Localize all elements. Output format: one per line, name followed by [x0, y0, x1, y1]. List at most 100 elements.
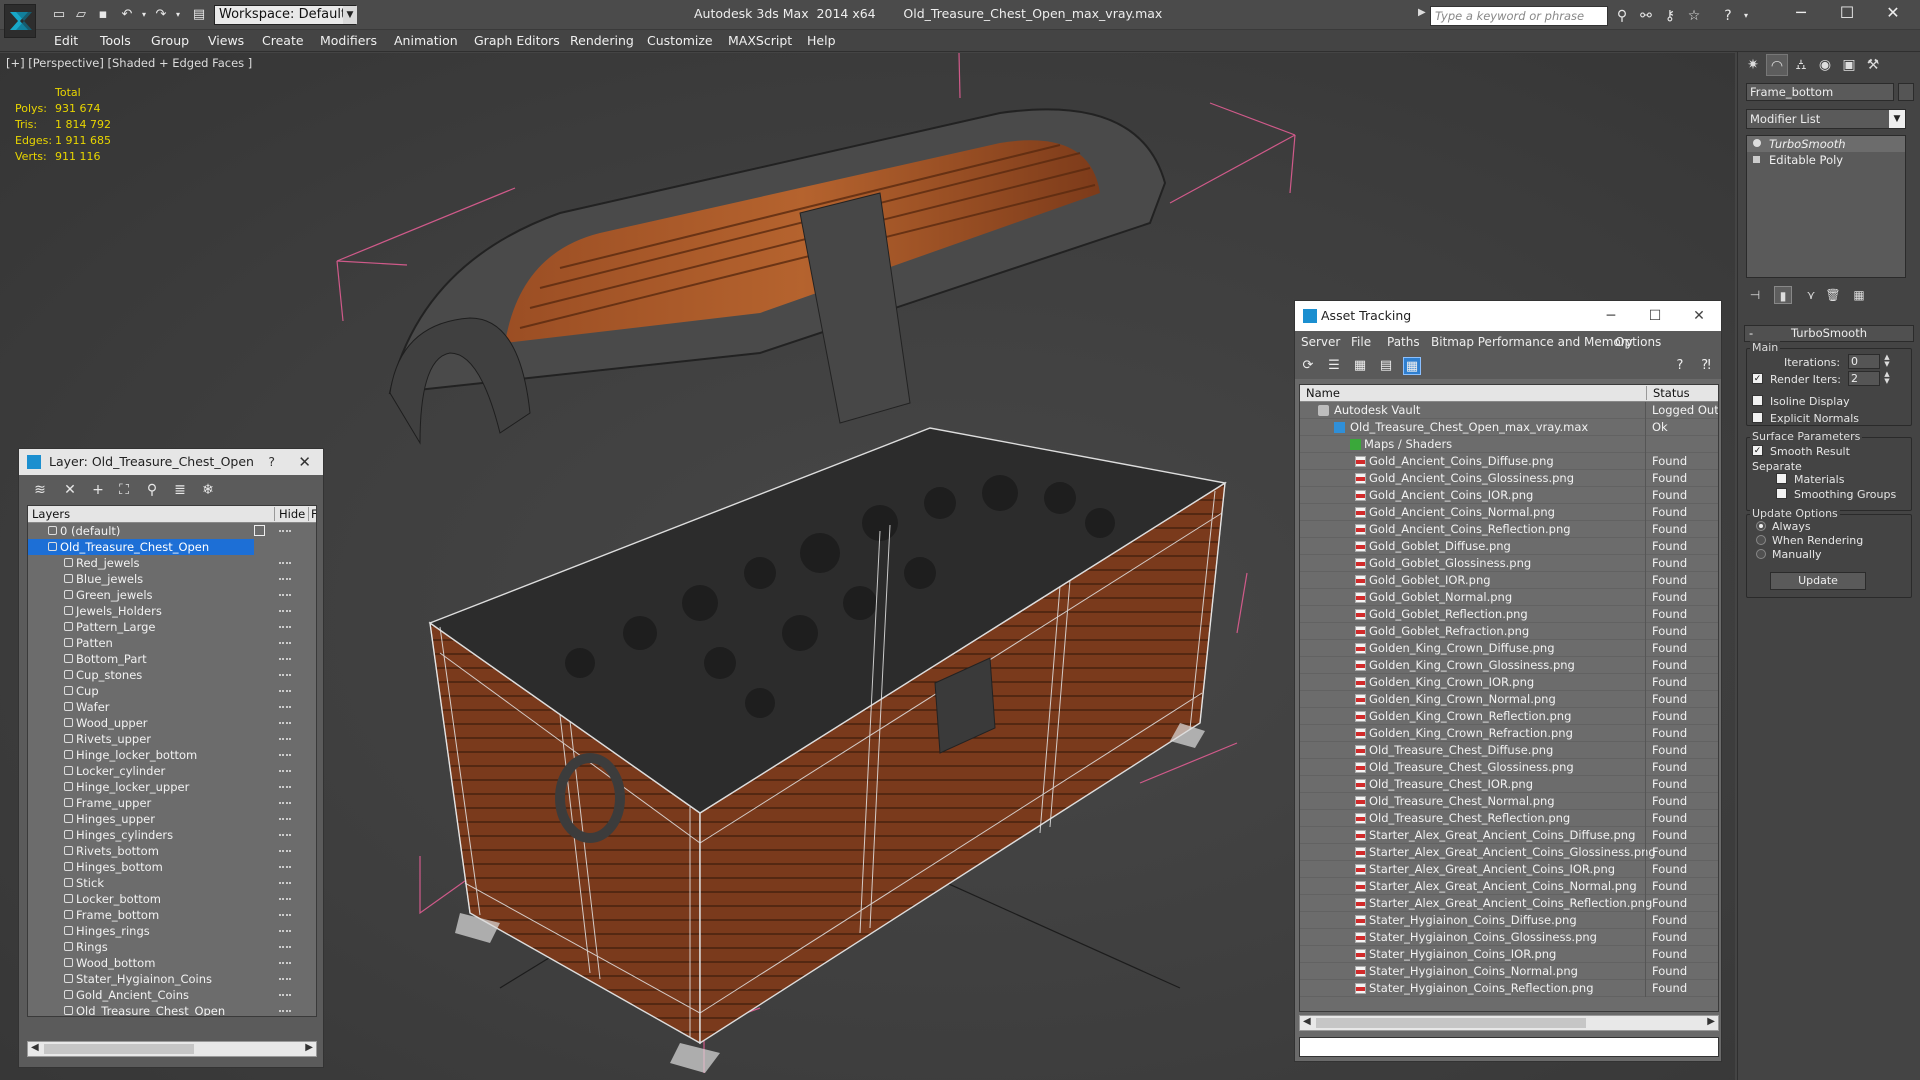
hide-toggle[interactable]	[279, 642, 291, 644]
spinner-arrows-icon[interactable]: ▲ ▼	[1882, 354, 1892, 369]
hide-toggle[interactable]	[279, 914, 291, 916]
column-name[interactable]: Name	[1306, 386, 1340, 400]
hide-toggle[interactable]	[279, 706, 291, 708]
scroll-right-icon[interactable]: ▶	[1707, 1016, 1715, 1027]
layer-object-row[interactable]: Gold_Ancient_Coins	[28, 987, 316, 1003]
asset-row[interactable]: Golden_King_Crown_IOR.png Found	[1300, 674, 1718, 691]
add-to-layer-icon[interactable]: +	[89, 481, 107, 499]
display-tab-icon[interactable]: ▣	[1838, 54, 1860, 76]
asset-row[interactable]: Gold_Goblet_Reflection.png Found	[1300, 606, 1718, 623]
workspace-dropdown[interactable]: Workspace: Default	[214, 5, 356, 25]
layer-panel-titlebar[interactable]: Layer: Old_Treasure_Chest_Open ? ✕	[19, 449, 323, 475]
app-logo-icon[interactable]	[4, 4, 36, 38]
help-icon[interactable]: ?	[1718, 7, 1738, 25]
list-view-icon[interactable]: ☰	[1325, 357, 1343, 375]
menu-tools[interactable]: Tools	[100, 33, 131, 48]
show-end-result-icon[interactable]: ▮	[1774, 286, 1792, 304]
layer-object-row[interactable]: Red_jewels	[28, 555, 316, 571]
layer-object-row[interactable]: Frame_bottom	[28, 907, 316, 923]
layer-object-row[interactable]: Hinges_rings	[28, 923, 316, 939]
create-layer-icon[interactable]: ≋	[31, 481, 49, 499]
hide-toggle[interactable]	[279, 994, 291, 996]
isoline-display-checkbox[interactable]	[1752, 395, 1763, 406]
hide-toggle[interactable]	[279, 578, 291, 580]
layer-object-row[interactable]: Blue_jewels	[28, 571, 316, 587]
asset-menu-file[interactable]: File	[1351, 335, 1371, 349]
render-iters-checkbox[interactable]: ✓	[1752, 373, 1763, 384]
asset-row-file[interactable]: Old_Treasure_Chest_Open_max_vray.max Ok	[1300, 419, 1718, 436]
asset-row[interactable]: Gold_Ancient_Coins_Normal.png Found	[1300, 504, 1718, 521]
menu-animation[interactable]: Animation	[394, 33, 458, 48]
search-expand-icon[interactable]: ▶	[1418, 7, 1426, 18]
hide-toggle[interactable]	[279, 690, 291, 692]
configure-sets-icon[interactable]: ▦	[1850, 286, 1868, 304]
pin-stack-icon[interactable]: ⊣	[1746, 286, 1764, 304]
hide-toggle[interactable]	[279, 530, 291, 532]
lightbulb-icon[interactable]	[1753, 139, 1761, 147]
layer-object-row[interactable]: Patten	[28, 635, 316, 651]
asset-row[interactable]: Old_Treasure_Chest_Normal.png Found	[1300, 793, 1718, 810]
layer-object-row[interactable]: Hinge_locker_bottom	[28, 747, 316, 763]
modify-tab-icon[interactable]: ◠	[1766, 54, 1788, 76]
smooth-result-checkbox[interactable]: ✓	[1752, 445, 1763, 456]
asset-row[interactable]: Gold_Ancient_Coins_Reflection.png Found	[1300, 521, 1718, 538]
layer-object-row[interactable]: Stater_Hygiainon_Coins	[28, 971, 316, 987]
project-folder-icon[interactable]: ▤	[190, 6, 208, 24]
asset-row[interactable]: Stater_Hygiainon_Coins_Diffuse.png Found	[1300, 912, 1718, 929]
asset-row[interactable]: Golden_King_Crown_Glossiness.png Found	[1300, 657, 1718, 674]
asset-row[interactable]: Starter_Alex_Great_Ancient_Coins_Glossin…	[1300, 844, 1718, 861]
layer-object-row[interactable]: Rivets_upper	[28, 731, 316, 747]
grid-view-icon[interactable]: ▦	[1403, 357, 1421, 375]
hide-toggle[interactable]	[279, 562, 291, 564]
menu-create[interactable]: Create	[262, 33, 304, 48]
stack-item-turbosmooth[interactable]: TurboSmooth	[1747, 136, 1905, 152]
refresh-icon[interactable]: ⟳	[1299, 357, 1317, 375]
hide-toggle[interactable]	[279, 770, 291, 772]
detail-view-icon[interactable]: ▤	[1377, 357, 1395, 375]
hide-toggle[interactable]	[279, 930, 291, 932]
hide-toggle[interactable]	[279, 978, 291, 980]
asset-row[interactable]: Stater_Hygiainon_Coins_Reflection.png Fou…	[1300, 980, 1718, 997]
scroll-left-icon[interactable]: ◀	[31, 1042, 39, 1053]
redo-dropdown-icon[interactable]: ▾	[169, 6, 187, 24]
asset-row-maps-group[interactable]: Maps / Shaders	[1300, 436, 1718, 453]
asset-row[interactable]: Gold_Ancient_Coins_IOR.png Found	[1300, 487, 1718, 504]
hide-all-icon[interactable]: ≣	[171, 481, 189, 499]
layer-object-row[interactable]: Pattern_Large	[28, 619, 316, 635]
asset-row[interactable]: Gold_Ancient_Coins_Diffuse.png Found	[1300, 453, 1718, 470]
horizontal-scrollbar[interactable]: ◀ ▶	[27, 1041, 317, 1057]
layer-object-row[interactable]: Wood_upper	[28, 715, 316, 731]
search-input[interactable]: Type a keyword or phrase	[1430, 6, 1608, 26]
asset-row[interactable]: Stater_Hygiainon_Coins_Normal.png Found	[1300, 963, 1718, 980]
layer-object-row[interactable]: Wood_bottom	[28, 955, 316, 971]
layer-object-row[interactable]: Cup_stones	[28, 667, 316, 683]
menu-customize[interactable]: Customize	[647, 33, 713, 48]
asset-tree[interactable]: Name Status Autodesk Vault Logged Out Ol…	[1299, 384, 1719, 1012]
layer-object-row[interactable]: Rivets_bottom	[28, 843, 316, 859]
layer-object-row[interactable]: Locker_cylinder	[28, 763, 316, 779]
asset-row[interactable]: Gold_Goblet_IOR.png Found	[1300, 572, 1718, 589]
hide-toggle[interactable]	[279, 722, 291, 724]
iterations-spinner[interactable]: 0	[1848, 354, 1880, 369]
hide-toggle[interactable]	[279, 866, 291, 868]
layer-tree[interactable]: Layers Hide F 0 (default) Old_Treasure_C…	[27, 505, 317, 1017]
hierarchy-tab-icon[interactable]: ⛼	[1790, 54, 1812, 76]
asset-row[interactable]: Gold_Ancient_Coins_Glossiness.png Found	[1300, 470, 1718, 487]
key-icon[interactable]: ⚷	[1660, 7, 1680, 25]
asset-panel-titlebar[interactable]: Asset Tracking ─ ☐ ✕	[1295, 301, 1721, 331]
new-file-icon[interactable]: ▭	[50, 6, 68, 24]
hide-toggle[interactable]	[279, 882, 291, 884]
select-objects-icon[interactable]: ⛶	[115, 481, 133, 499]
layer-object-row[interactable]: Hinges_cylinders	[28, 827, 316, 843]
viewport-label[interactable]: [+] [Perspective] [Shaded + Edged Faces …	[6, 56, 252, 70]
scroll-left-icon[interactable]: ◀	[1303, 1016, 1311, 1027]
hide-toggle[interactable]	[279, 626, 291, 628]
binoculars-icon[interactable]: ⚲	[1612, 7, 1632, 25]
menu-maxscript[interactable]: MAXScript	[728, 33, 792, 48]
stack-item-editable-poly[interactable]: Editable Poly	[1747, 152, 1905, 168]
manually-radio[interactable]	[1756, 549, 1766, 559]
asset-row[interactable]: Gold_Goblet_Glossiness.png Found	[1300, 555, 1718, 572]
column-hide[interactable]: Hide	[274, 507, 308, 521]
object-color-swatch[interactable]	[1898, 83, 1914, 101]
motion-tab-icon[interactable]: ◉	[1814, 54, 1836, 76]
